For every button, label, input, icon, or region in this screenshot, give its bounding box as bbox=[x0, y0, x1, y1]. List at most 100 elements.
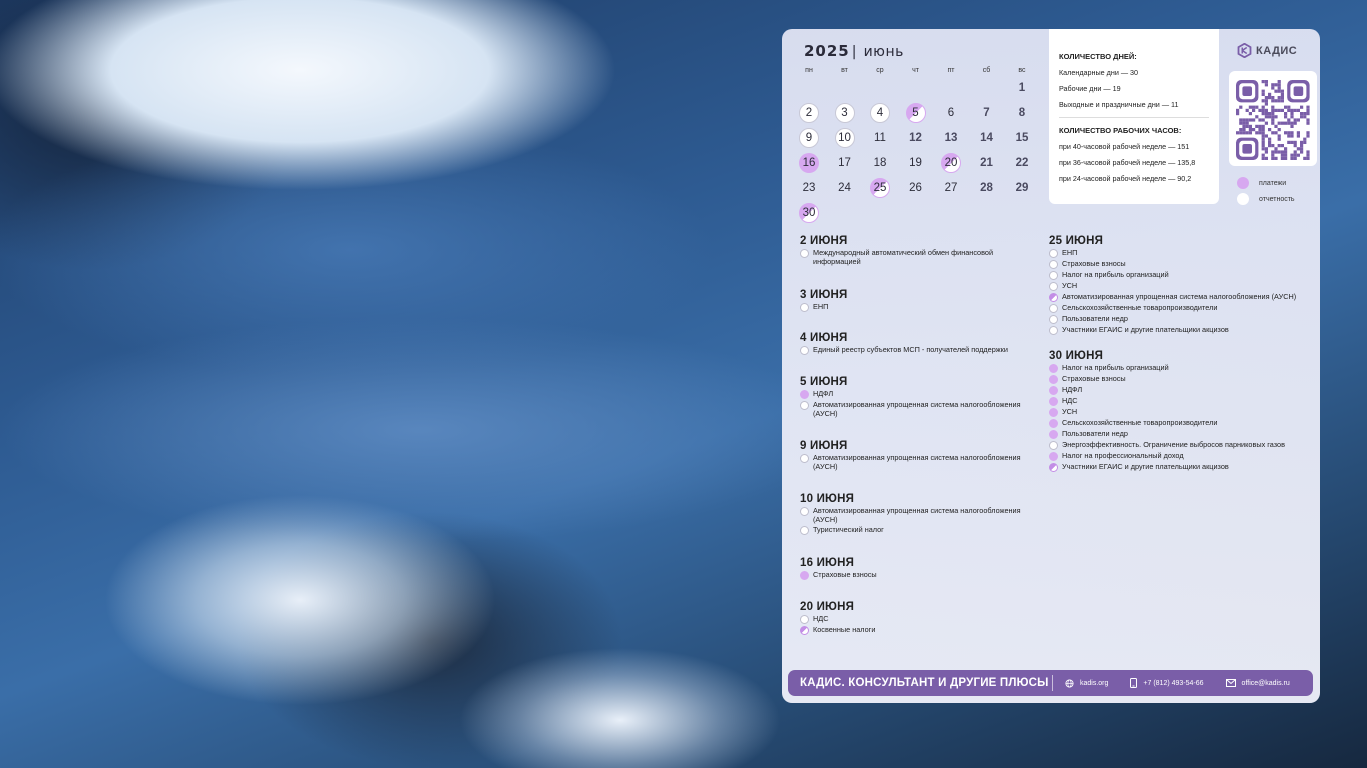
footer-site[interactable]: kadis.org bbox=[1065, 678, 1108, 688]
event-item: Автоматизированная упрощенная система на… bbox=[800, 400, 1025, 418]
event-block: 2 ИЮНЯ Международный автоматический обмен… bbox=[800, 235, 1025, 266]
day-cell[interactable]: 26 bbox=[906, 178, 926, 198]
report-marker-icon bbox=[800, 615, 809, 624]
kadis-logo-icon bbox=[1237, 43, 1252, 58]
payment-marker-icon bbox=[800, 571, 809, 580]
kadis-logo[interactable]: КАДИС bbox=[1237, 43, 1297, 58]
event-item: Страховые взносы bbox=[800, 570, 1025, 580]
qr-code-icon bbox=[1236, 80, 1310, 160]
day-cell[interactable]: 22 bbox=[1012, 153, 1032, 173]
event-item: Туристический налог bbox=[800, 525, 1025, 535]
report-marker-icon bbox=[1049, 441, 1058, 450]
event-date: 25 ИЮНЯ bbox=[1049, 235, 1104, 247]
hours-title: КОЛИЧЕСТВО РАБОЧИХ ЧАСОВ: bbox=[1059, 126, 1182, 135]
report-marker-icon bbox=[800, 346, 809, 355]
day-cell[interactable]: 12 bbox=[906, 128, 926, 148]
holidays: Выходные и праздничные дни — 11 bbox=[1059, 100, 1179, 109]
day-cell[interactable]: 23 bbox=[799, 178, 819, 198]
event-item: Пользователи недр bbox=[1049, 429, 1314, 439]
footer-phone[interactable]: +7 (812) 493-54-66 bbox=[1130, 678, 1204, 688]
day-cell[interactable]: 5 bbox=[905, 103, 926, 123]
day-cell[interactable]: 6 bbox=[941, 103, 961, 123]
event-item: Налог на прибыль организаций bbox=[1049, 270, 1314, 280]
payment-marker-icon bbox=[800, 390, 809, 399]
footer-email[interactable]: office@kadis.ru bbox=[1225, 679, 1290, 687]
calendar-card: 2025 | июнь пн вт ср чт пт сб вс 1 2 3 4 5 6 7 8 9 10 11 1… bbox=[782, 29, 1320, 703]
event-item-text: Косвенные налоги bbox=[813, 625, 876, 634]
report-marker-icon bbox=[1049, 249, 1058, 258]
day-cell[interactable]: 10 bbox=[834, 128, 855, 148]
weekday-0: пн bbox=[805, 67, 813, 74]
header-divider: | bbox=[851, 44, 857, 60]
info-divider bbox=[1059, 117, 1209, 118]
day-cell[interactable]: 9 bbox=[799, 128, 819, 148]
payment-marker-icon bbox=[1049, 452, 1058, 461]
day-cell[interactable]: 25 bbox=[870, 178, 890, 198]
day-cell[interactable]: 17 bbox=[835, 153, 855, 173]
footer-email-text: office@kadis.ru bbox=[1241, 679, 1290, 687]
payment-marker-icon bbox=[1049, 386, 1058, 395]
event-item-text: Пользователи недр bbox=[1062, 429, 1128, 438]
day-cell[interactable]: 4 bbox=[870, 103, 890, 123]
event-item: НДС bbox=[800, 614, 1025, 624]
event-item-text: Страховые взносы bbox=[1062, 259, 1126, 268]
event-date: 10 ИЮНЯ bbox=[800, 493, 855, 505]
day-cell[interactable]: 27 bbox=[941, 178, 961, 198]
day-cell[interactable]: 11 bbox=[870, 128, 890, 148]
event-date: 30 ИЮНЯ bbox=[1049, 350, 1104, 362]
hours-36: при 36-часовой рабочей неделе — 135,8 bbox=[1059, 158, 1196, 167]
report-marker-icon bbox=[800, 507, 809, 516]
event-item: Налог на профессиональный доход bbox=[1049, 451, 1314, 461]
event-block: 20 ИЮНЯ НДС Косвенные налоги bbox=[800, 601, 1025, 635]
event-item: Участники ЕГАИС и другие плательщики акц… bbox=[1049, 462, 1314, 472]
weekday-2: ср bbox=[876, 67, 884, 74]
event-date: 2 ИЮНЯ bbox=[800, 235, 848, 247]
logo-text: КАДИС bbox=[1256, 44, 1298, 57]
qr-code[interactable] bbox=[1229, 71, 1317, 166]
footer-bar: КАДИС. КОНСУЛЬТАНТ И ДРУГИЕ ПЛЮСЫ kadis.… bbox=[788, 670, 1313, 696]
year-label: 2025 bbox=[804, 42, 850, 60]
day-cell[interactable]: 20 bbox=[941, 153, 961, 173]
event-block: 25 ИЮНЯ ЕНП Страховые взносы Налог на прибы… bbox=[1049, 235, 1314, 335]
report-marker-icon bbox=[800, 454, 809, 463]
event-block: 10 ИЮНЯ Автоматизированная упрощенная сис… bbox=[800, 493, 1025, 535]
event-item-text: Сельскохозяйственные товаропроизводители bbox=[1062, 303, 1218, 312]
event-item: Энергоэффективность. Ограничение выбросо… bbox=[1049, 440, 1314, 450]
hours-24: при 24-часовой рабочей неделе — 90,2 bbox=[1059, 174, 1192, 183]
day-cell[interactable]: 21 bbox=[977, 153, 997, 173]
day-cell[interactable]: 13 bbox=[941, 128, 961, 148]
event-item-text: Автоматизированная упрощенная система на… bbox=[813, 453, 1021, 471]
report-marker-icon bbox=[1049, 271, 1058, 280]
day-cell[interactable]: 7 bbox=[977, 103, 997, 123]
event-item-text: Сельскохозяйственные товаропроизводители bbox=[1062, 418, 1218, 427]
day-cell[interactable]: 19 bbox=[906, 153, 926, 173]
event-item-text: Энергоэффективность. Ограничение выбросо… bbox=[1062, 440, 1285, 449]
event-item: Косвенные налоги bbox=[800, 625, 1025, 635]
event-item-text: УСН bbox=[1062, 281, 1078, 290]
event-item: НДФЛ bbox=[800, 389, 1025, 399]
day-cell[interactable]: 2 bbox=[799, 103, 819, 123]
day-cell[interactable]: 3 bbox=[834, 103, 855, 123]
event-item-text: Пользователи недр bbox=[1062, 314, 1128, 323]
mixed-marker-icon bbox=[1049, 293, 1058, 302]
event-item-text: Налог на прибыль организаций bbox=[1062, 270, 1169, 279]
day-cell[interactable]: 14 bbox=[977, 128, 997, 148]
event-item-text: Туристический налог bbox=[813, 525, 884, 534]
day-cell[interactable]: 15 bbox=[1012, 128, 1032, 148]
day-cell[interactable]: 8 bbox=[1012, 103, 1032, 123]
event-block: 4 ИЮНЯ Единый реестр субъектов МСП - полу… bbox=[800, 332, 1025, 355]
day-cell[interactable]: 28 bbox=[977, 178, 997, 198]
event-block: 30 ИЮНЯ Налог на прибыль организаций Страх… bbox=[1049, 350, 1314, 472]
day-cell[interactable]: 1 bbox=[1012, 78, 1032, 98]
day-cell[interactable]: 18 bbox=[870, 153, 890, 173]
day-cell[interactable]: 24 bbox=[835, 178, 855, 198]
mixed-marker-icon bbox=[800, 626, 809, 635]
event-item: НДФЛ bbox=[1049, 385, 1314, 395]
event-item-text: Автоматизированная упрощенная система на… bbox=[813, 506, 1021, 524]
day-cell[interactable]: 16 bbox=[799, 153, 819, 173]
event-item: Автоматизированная упрощенная система на… bbox=[1049, 292, 1314, 302]
day-cell[interactable]: 30 bbox=[799, 203, 819, 223]
day-cell[interactable]: 29 bbox=[1012, 178, 1032, 198]
event-item-text: НДФЛ bbox=[813, 389, 834, 398]
event-item: Страховые взносы bbox=[1049, 374, 1314, 384]
